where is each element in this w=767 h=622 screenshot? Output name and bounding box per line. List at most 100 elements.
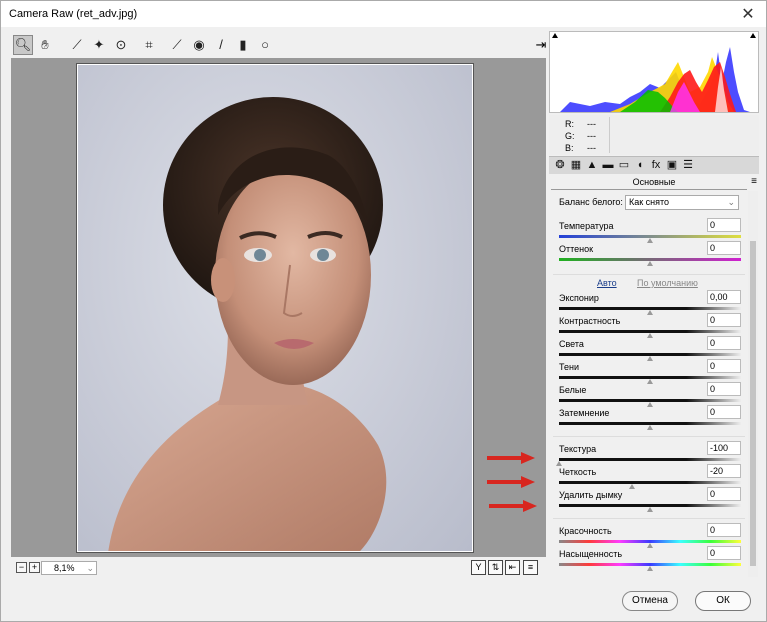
swap-before-after-icon[interactable]: ⇅: [488, 560, 503, 575]
presets-tab-icon[interactable]: ☰: [681, 158, 695, 173]
slider-8: Текстура -100: [549, 441, 749, 466]
panel-scrollbar[interactable]: [748, 191, 758, 577]
slider-value-input[interactable]: 0: [707, 313, 741, 327]
radial-filter-icon[interactable]: ○: [255, 35, 275, 55]
slider-2: Экспонир 0,00: [549, 290, 749, 315]
ok-button[interactable]: ОК: [695, 591, 751, 611]
tone-curve-tab-icon[interactable]: ▦: [569, 158, 583, 173]
slider-5: Тени 0: [549, 359, 749, 384]
hand-tool-icon[interactable]: ✋︎: [35, 35, 55, 55]
slider-thumb[interactable]: [647, 402, 653, 407]
slider-value-input[interactable]: -100: [707, 441, 741, 455]
rgb-readout: R: --- G: --- B: ---: [549, 115, 759, 155]
zoom-out-button[interactable]: −: [16, 562, 27, 573]
cancel-button[interactable]: Отмена: [622, 591, 678, 611]
highlight-clipping-icon: [750, 33, 756, 38]
default-link[interactable]: По умолчанию: [637, 278, 698, 288]
slider-value-input[interactable]: 0: [707, 546, 741, 560]
section-divider: [553, 436, 745, 437]
effects-tab-icon[interactable]: fx: [649, 158, 663, 173]
zoom-level-value: 8,1%: [54, 563, 75, 573]
photo-preview: [76, 63, 474, 553]
slider-thumb[interactable]: [647, 310, 653, 315]
slider-value-input[interactable]: 0: [707, 359, 741, 373]
camera-raw-window: Camera Raw (ret_adv.jpg) ✕ ⇥ 🔍︎ ✋︎ ⟋ ✦ ⊙ ⌗ ⟋ ◉ /…: [0, 0, 767, 622]
panel-menu-icon[interactable]: ≡: [751, 175, 757, 189]
targeted-adjustment-tool-icon[interactable]: ⊙: [111, 35, 131, 55]
image-preview-area[interactable]: [11, 58, 546, 557]
g-value: ---: [587, 131, 596, 141]
slider-4: Света 0: [549, 336, 749, 361]
slider-1: Оттенок 0: [549, 241, 749, 266]
detail-tab-icon[interactable]: ▲: [585, 158, 599, 173]
white-balance-label: Баланс белого:: [559, 197, 623, 207]
color-sampler-tool-icon[interactable]: ✦: [89, 35, 109, 55]
slider-thumb[interactable]: [647, 356, 653, 361]
slider-label: Тени: [559, 362, 579, 372]
lens-tab-icon[interactable]: ◖: [633, 158, 647, 173]
slider-value-input[interactable]: 0: [707, 241, 741, 255]
slider-value-input[interactable]: 0: [707, 487, 741, 501]
slider-thumb[interactable]: [647, 379, 653, 384]
slider-value-input[interactable]: -20: [707, 464, 741, 478]
chevron-down-icon: ⌄: [727, 197, 735, 207]
slider-thumb[interactable]: [647, 543, 653, 548]
split-toning-tab-icon[interactable]: ▭: [617, 158, 631, 173]
scrollbar-thumb[interactable]: [750, 241, 756, 566]
slider-label: Света: [559, 339, 584, 349]
adjustment-brush-icon[interactable]: /: [211, 35, 231, 55]
slider-thumb[interactable]: [647, 333, 653, 338]
white-balance-select[interactable]: Как снято ⌄: [625, 195, 739, 210]
rgb-divider: [609, 117, 610, 153]
slider-label: Экспонир: [559, 293, 599, 303]
graduated-filter-icon[interactable]: ▮: [233, 35, 253, 55]
red-arrow-icon: [487, 476, 535, 488]
basic-tab-icon[interactable]: ❂: [553, 158, 567, 173]
slider-label: Затемнение: [559, 408, 610, 418]
portrait-illustration: [108, 97, 387, 551]
slider-thumb[interactable]: [556, 461, 562, 466]
zoom-in-button[interactable]: +: [29, 562, 40, 573]
open-preferences-icon[interactable]: ⇥: [532, 37, 550, 53]
slider-value-input[interactable]: 0: [707, 523, 741, 537]
crop-tool-icon[interactable]: ⌗: [139, 35, 159, 55]
copy-settings-icon[interactable]: ⇤: [505, 560, 520, 575]
preview-bottom-bar: − + 8,1% ⌄ Y ⇅ ⇤ ≡: [11, 559, 546, 577]
auto-link[interactable]: Авто: [597, 278, 617, 288]
slider-thumb[interactable]: [647, 238, 653, 243]
zoom-level-select[interactable]: 8,1% ⌄: [41, 561, 97, 575]
panel-title: Основные: [632, 177, 676, 187]
right-panel: R: --- G: --- B: --- ❂ ▦ ▲ ▬ ▭ ◖ fx ▣ ☰ Основные…: [549, 31, 759, 577]
slider-value-input[interactable]: 0: [707, 382, 741, 396]
slider-thumb[interactable]: [628, 484, 635, 489]
spot-removal-tool-icon[interactable]: ⟋: [167, 35, 187, 55]
white-balance-tool-icon[interactable]: ⟋: [67, 35, 87, 55]
slider-value-input[interactable]: 0: [707, 336, 741, 350]
slider-value-input[interactable]: 0,00: [707, 290, 741, 304]
slider-label: Белые: [559, 385, 587, 395]
histogram: [549, 31, 759, 113]
hsl-tab-icon[interactable]: ▬: [601, 158, 615, 173]
slider-label: Контрастность: [559, 316, 621, 326]
slider-value-input[interactable]: 0: [707, 218, 741, 232]
slider-11: Красочность 0: [549, 523, 749, 548]
slider-label: Оттенок: [559, 244, 594, 254]
slider-thumb[interactable]: [647, 261, 653, 266]
before-after-y-icon[interactable]: Y: [471, 560, 486, 575]
zoom-tool-icon[interactable]: 🔍︎: [13, 35, 33, 55]
calibration-tab-icon[interactable]: ▣: [665, 158, 679, 173]
slider-track[interactable]: [559, 458, 741, 461]
r-value: ---: [587, 119, 596, 129]
b-value: ---: [587, 143, 596, 153]
slider-label: Удалить дымку: [559, 490, 623, 500]
red-eye-tool-icon[interactable]: ◉: [189, 35, 209, 55]
slider-value-input[interactable]: 0: [707, 405, 741, 419]
title-bar: Camera Raw (ret_adv.jpg) ✕: [1, 1, 766, 27]
slider-label: Температура: [559, 221, 614, 231]
close-icon[interactable]: ✕: [738, 4, 758, 24]
slider-thumb[interactable]: [647, 507, 653, 512]
slider-thumb[interactable]: [647, 566, 653, 571]
slider-track[interactable]: [559, 481, 741, 484]
toggle-settings-icon[interactable]: ≡: [523, 560, 538, 575]
slider-thumb[interactable]: [647, 425, 653, 430]
